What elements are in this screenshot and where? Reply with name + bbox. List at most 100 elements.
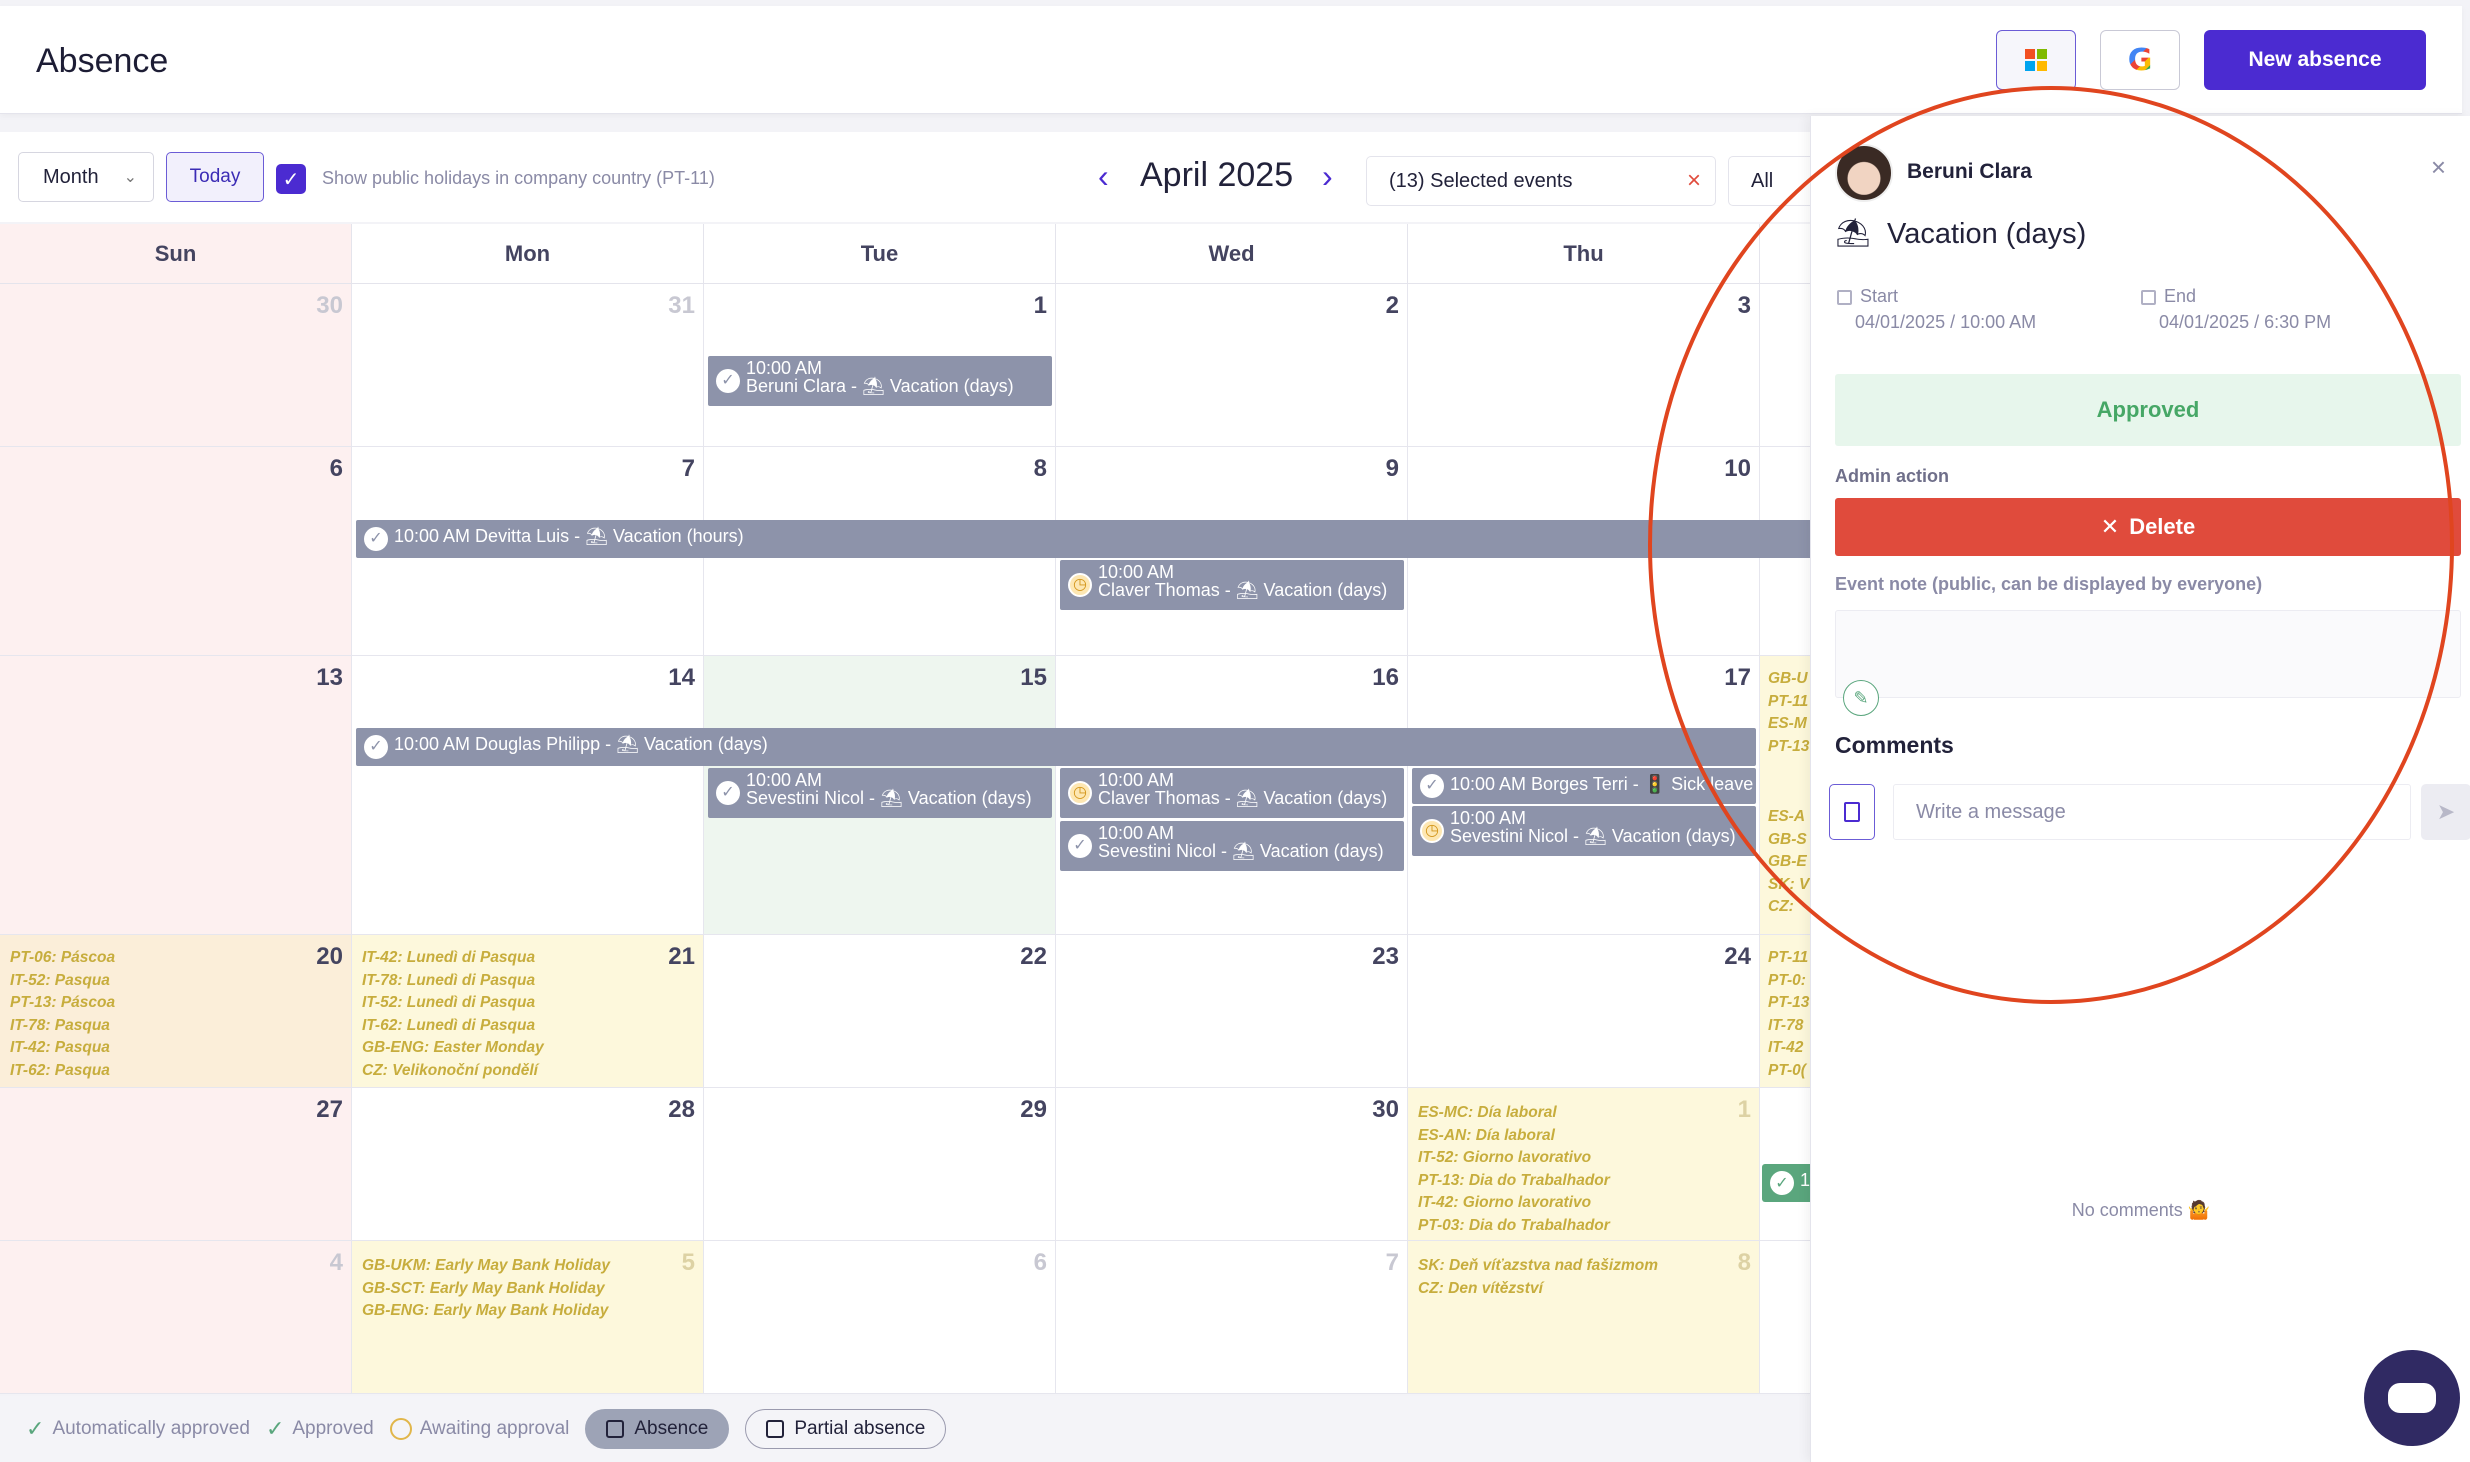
- calendar-icon: [606, 1420, 625, 1438]
- comments-title: Comments: [1835, 732, 1954, 758]
- calendar-event[interactable]: ✓ 1: [1762, 1164, 1812, 1202]
- event-note-label: Event note (public, can be displayed by …: [1835, 574, 2263, 594]
- absence-detail-panel: Beruni Clara × ⛱ Vacation (days) Start 0…: [1810, 116, 2470, 1462]
- month-title: April 2025: [1140, 156, 1294, 194]
- chat-support-button[interactable]: [2364, 1350, 2460, 1446]
- google-icon: G: [2127, 42, 2153, 78]
- holiday-list: IT-42: Lunedì di Pasqua IT-78: Lunedì di…: [362, 949, 544, 1079]
- calendar-icon: [766, 1420, 785, 1438]
- day-header-mon: Mon: [352, 224, 704, 284]
- calendar-event[interactable]: ✓ 10:00 AM Sevestini Nicol - ⛱ Vacation …: [708, 768, 1052, 818]
- holiday-list: PT-06: Páscoa IT-52: Pasqua PT-13: Pásco…: [10, 949, 116, 1079]
- day-cell[interactable]: 14: [352, 656, 704, 935]
- calendar-toolbar: Month ⌄ Today ✓ Show public holidays in …: [0, 132, 1818, 222]
- day-cell[interactable]: 27: [0, 1088, 352, 1241]
- attach-file-button[interactable]: [1829, 784, 1875, 840]
- day-cell[interactable]: 8 SK: Deň víťazstva nad fašizmom CZ: Den…: [1408, 1241, 1760, 1394]
- day-cell[interactable]: 23: [1056, 935, 1408, 1088]
- calendar-event[interactable]: ✓ 10:00 AM Douglas Philipp - ⛱ Vacation …: [356, 728, 1756, 766]
- calendar-icon: [2141, 289, 2156, 305]
- check-icon: ✓: [1770, 1171, 1794, 1195]
- absence-filter-pill[interactable]: Absence: [585, 1409, 730, 1449]
- day-cell[interactable]: 2: [1056, 284, 1408, 447]
- day-header-fri: [1760, 224, 1812, 284]
- day-cell[interactable]: 20 PT-06: Páscoa IT-52: Pasqua PT-13: Pá…: [0, 935, 352, 1088]
- today-button[interactable]: Today: [166, 152, 264, 202]
- send-icon: ➤: [2436, 799, 2456, 824]
- view-select[interactable]: Month ⌄: [18, 152, 154, 202]
- message-input[interactable]: Write a message: [1893, 784, 2411, 840]
- check-icon: ✓: [265, 1416, 285, 1441]
- legend-auto-approved: ✓ Automatically approved: [26, 1416, 250, 1441]
- day-cell[interactable]: 6: [0, 447, 352, 656]
- status-badge: Approved: [1835, 374, 2461, 446]
- no-comments-text: No comments 🤷: [2071, 1200, 2211, 1220]
- calendar-event[interactable]: ✓ 10:00 AM Devitta Luis - ⛱ Vacation (ho…: [356, 520, 1812, 558]
- clock-icon: ◷: [1068, 573, 1092, 597]
- calendar-event[interactable]: ✓ 10:00 AM Sevestini Nicol - ⛱ Vacation …: [1060, 821, 1404, 871]
- day-cell[interactable]: 28: [352, 1088, 704, 1241]
- day-cell[interactable]: 1 ES-MC: Día laboral ES-AN: Día laboral …: [1408, 1088, 1760, 1241]
- day-header-thu: Thu: [1408, 224, 1760, 284]
- legend-approved: ✓ Approved: [265, 1416, 374, 1441]
- close-icon: ✕: [2100, 514, 2120, 539]
- calendar-event[interactable]: ✓ 10:00 AM Borges Terri - 🚦 Sick leave: [1412, 768, 1756, 804]
- day-cell[interactable]: 31: [352, 284, 704, 447]
- day-cell[interactable]: 29: [704, 1088, 1056, 1241]
- month-calendar: Sun Mon Tue Wed Thu 30 31 1 2 3 6 7 8 9 …: [0, 224, 1812, 1394]
- day-cell[interactable]: 22: [704, 935, 1056, 1088]
- calendar-icon: [1837, 289, 1852, 305]
- chat-icon: [2388, 1383, 2436, 1413]
- absence-type: Vacation (days): [1887, 218, 2087, 250]
- delete-button[interactable]: ✕ Delete: [1835, 498, 2461, 556]
- clear-filter-icon[interactable]: ×: [1687, 167, 1701, 195]
- holiday-list: GB-U PT-11 ES-M PT-13: [1768, 670, 1810, 755]
- selected-events-filter[interactable]: (13) Selected events ×: [1366, 156, 1716, 206]
- new-absence-button[interactable]: New absence: [2204, 30, 2426, 272]
- google-sync-button[interactable]: G: [2100, 30, 2180, 90]
- day-cell[interactable]: 4: [0, 1241, 352, 1394]
- day-cell[interactable]: 6: [704, 1241, 1056, 1394]
- day-cell[interactable]: 5 GB-UKM: Early May Bank Holiday GB-SCT:…: [352, 1241, 704, 1394]
- check-icon: ✓: [1420, 774, 1444, 798]
- day-cell[interactable]: [1760, 1241, 1812, 1394]
- calendar-event[interactable]: ◷ 10:00 AM Claver Thomas - ⛱ Vacation (d…: [1060, 560, 1404, 610]
- day-cell[interactable]: PT-11 PT-0: PT-13 IT-78 IT-42 PT-0(: [1760, 935, 1812, 1088]
- page-title: Absence: [36, 42, 169, 80]
- holiday-list: PT-11 PT-0: PT-13 IT-78 IT-42 PT-0(: [1768, 949, 1810, 1079]
- calendar-event[interactable]: ◷ 10:00 AM Sevestini Nicol - ⛱ Vacation …: [1412, 806, 1756, 856]
- day-cell[interactable]: 30: [0, 284, 352, 447]
- public-holidays-label: Show public holidays in company country …: [322, 168, 715, 188]
- partial-absence-filter-pill[interactable]: Partial absence: [745, 1409, 947, 1449]
- day-cell[interactable]: [1760, 284, 1812, 447]
- send-button[interactable]: ➤: [2421, 784, 2470, 840]
- pencil-icon[interactable]: ✎: [1843, 680, 1879, 716]
- public-holidays-checkbox[interactable]: ✓: [276, 164, 306, 194]
- admin-action-label: Admin action: [1835, 466, 1950, 486]
- day-cell[interactable]: GB-U PT-11 ES-M PT-13 ES-A GB-S GB-E SK:…: [1760, 656, 1812, 935]
- next-month-button[interactable]: ›: [1322, 158, 1333, 195]
- holiday-list: SK: Deň víťazstva nad fašizmom CZ: Den v…: [1418, 1257, 1658, 1297]
- day-cell[interactable]: 7: [1056, 1241, 1408, 1394]
- end-label: End: [2141, 286, 2196, 307]
- day-cell[interactable]: 21 IT-42: Lunedì di Pasqua IT-78: Lunedì…: [352, 935, 704, 1088]
- day-header-tue: Tue: [704, 224, 1056, 284]
- filter-select[interactable]: All: [1728, 156, 1818, 206]
- microsoft-icon: [2025, 49, 2047, 71]
- close-icon[interactable]: ×: [2431, 152, 2446, 183]
- day-cell[interactable]: 30: [1056, 1088, 1408, 1241]
- calendar-event[interactable]: ✓ 10:00 AM Beruni Clara - ⛱ Vacation (da…: [708, 356, 1052, 406]
- holiday-list: GB-UKM: Early May Bank Holiday GB-SCT: E…: [362, 1257, 611, 1320]
- file-icon: [1844, 802, 1860, 822]
- microsoft-sync-button[interactable]: [1996, 30, 2076, 90]
- check-icon: ✓: [364, 735, 388, 759]
- day-header-wed: Wed: [1056, 224, 1408, 284]
- day-cell[interactable]: 13: [0, 656, 352, 935]
- event-note-input[interactable]: [1835, 610, 2461, 698]
- day-cell[interactable]: 24: [1408, 935, 1760, 1088]
- previous-month-button[interactable]: ‹: [1098, 158, 1109, 195]
- calendar-event[interactable]: ◷ 10:00 AM Claver Thomas - ⛱ Vacation (d…: [1060, 768, 1404, 818]
- day-cell[interactable]: 3: [1408, 284, 1760, 447]
- chevron-down-icon: ⌄: [123, 169, 137, 186]
- employee-name: Beruni Clara: [1907, 160, 2032, 183]
